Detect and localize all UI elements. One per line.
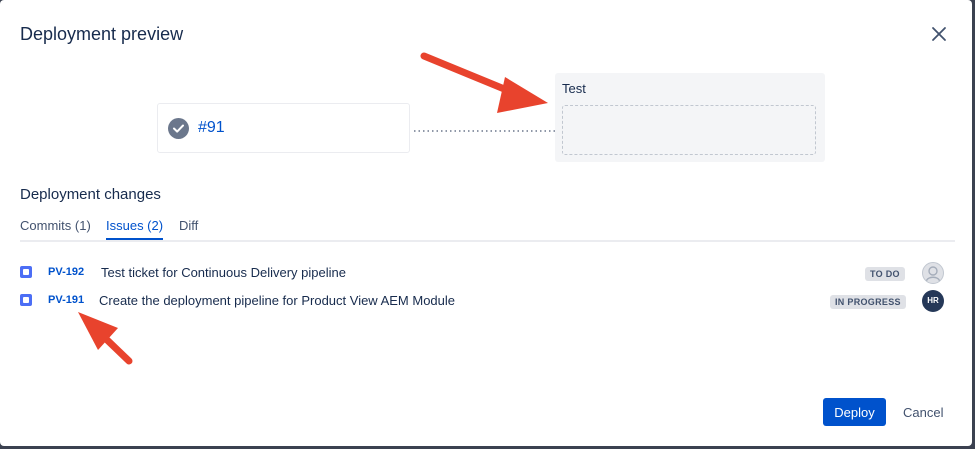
cancel-button[interactable]: Cancel: [897, 398, 949, 426]
deployment-preview-dialog: Deployment preview #91 Test Deployment c…: [0, 0, 972, 446]
annotation-arrow-bottom: [78, 312, 133, 365]
issue-summary: Test ticket for Continuous Delivery pipe…: [101, 265, 346, 280]
issue-key-link[interactable]: PV-191: [48, 294, 84, 306]
story-icon: [20, 266, 32, 278]
build-card: #91: [157, 103, 410, 153]
environment-test: Test: [555, 73, 825, 162]
tab-issues[interactable]: Issues (2): [106, 218, 164, 240]
tab-commits[interactable]: Commits (1): [20, 218, 91, 233]
avatar: [922, 262, 944, 284]
issue-summary: Create the deployment pipeline for Produ…: [99, 293, 456, 308]
build-number-link[interactable]: #91: [198, 119, 225, 137]
status-badge: TO DO: [865, 267, 905, 281]
status-badge: IN PROGRESS: [830, 295, 906, 309]
environment-name: Test: [562, 81, 586, 96]
check-circle-icon: [168, 118, 189, 139]
changes-tabs: Commits (1) Issues (2) Diff: [20, 218, 955, 242]
issue-row: PV-192 Test ticket for Continuous Delive…: [20, 262, 955, 284]
tab-diff[interactable]: Diff: [179, 218, 198, 233]
environment-drop-zone[interactable]: [562, 105, 816, 155]
story-icon: [20, 294, 32, 306]
issue-key-link[interactable]: PV-192: [48, 266, 84, 278]
issue-row: PV-191 Create the deployment pipeline fo…: [20, 290, 955, 312]
close-icon[interactable]: [929, 24, 949, 44]
avatar: HR: [922, 290, 944, 312]
deploy-button[interactable]: Deploy: [823, 398, 886, 426]
section-title: Deployment changes: [20, 186, 161, 203]
dialog-title: Deployment preview: [20, 24, 184, 44]
annotation-arrow-top: [420, 52, 548, 113]
